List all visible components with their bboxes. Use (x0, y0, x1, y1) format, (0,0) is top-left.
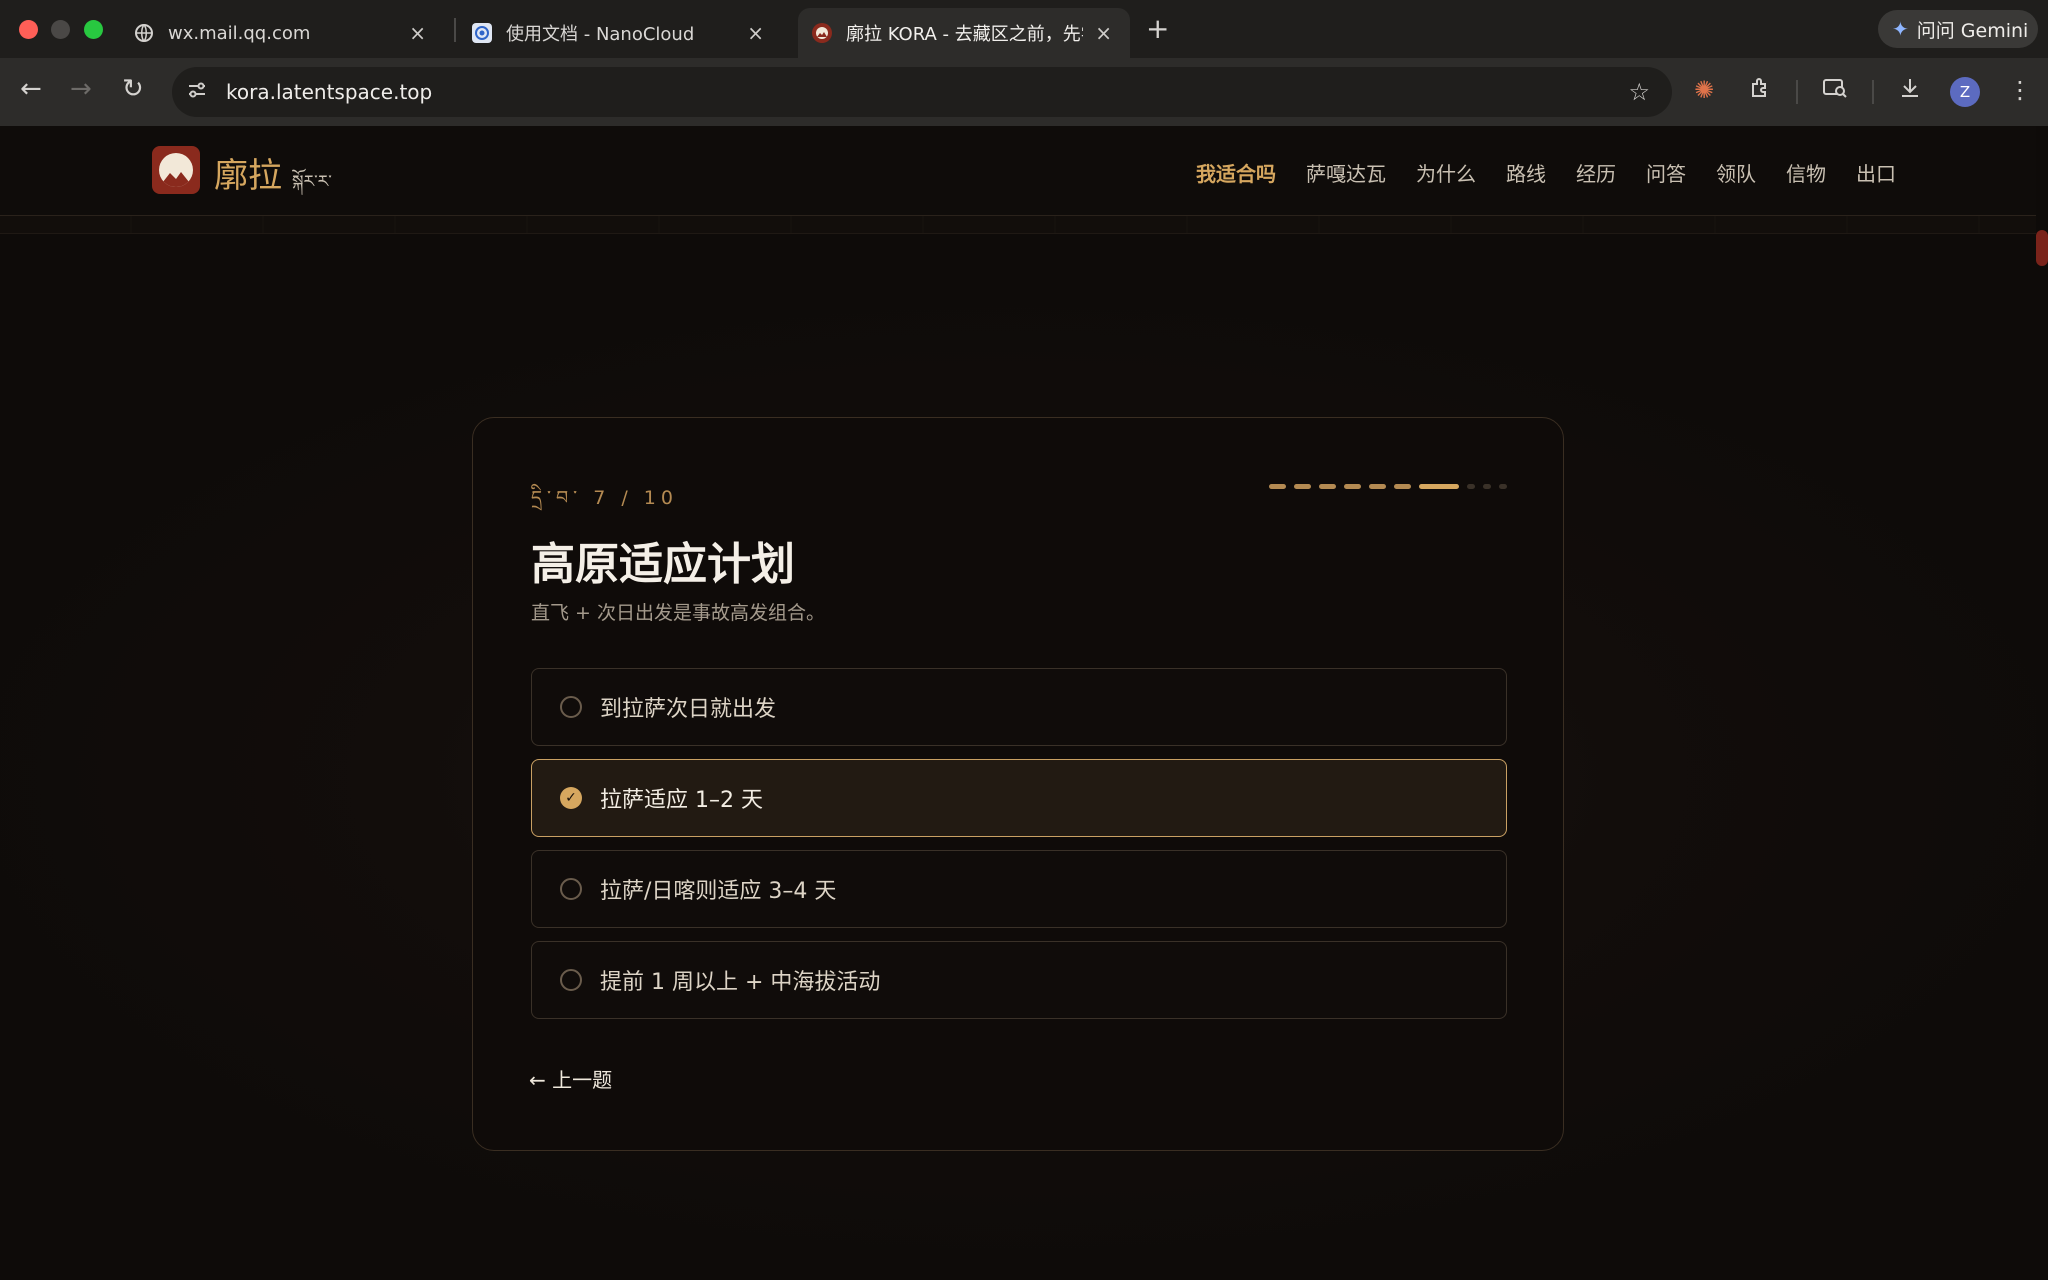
progress-dot (1394, 484, 1411, 489)
gemini-sparkle-icon: ✦ (1892, 17, 1909, 41)
progress-dot (1467, 484, 1475, 489)
new-tab-button[interactable]: + (1146, 12, 1169, 45)
progress-dot (1369, 484, 1386, 489)
browser-tab-kora[interactable]: 廓拉 KORA - 去藏区之前，先学 × (798, 8, 1130, 58)
bookmark-star-icon[interactable]: ☆ (1628, 78, 1650, 106)
nav-item-route[interactable]: 路线 (1506, 158, 1546, 187)
progress-dot (1483, 484, 1491, 489)
previous-question-button[interactable]: ← 上一题 (529, 1064, 612, 1093)
scrollbar-track[interactable] (2036, 126, 2048, 1280)
mountain-logo-icon (159, 153, 193, 187)
question-title: 高原适应计划 (531, 539, 795, 590)
answer-options: 到拉萨次日就出发 ✓ 拉萨适应 1–2 天 拉萨/日喀则适应 3–4 天 提前 … (531, 668, 1507, 1032)
answer-option-selected[interactable]: ✓ 拉萨适应 1–2 天 (531, 759, 1507, 837)
question-subtitle: 直飞 + 次日出发是事故高发组合。 (531, 602, 825, 624)
toolbar-divider (1796, 80, 1798, 104)
claude-extension-icon[interactable]: ✺ (1694, 76, 1714, 104)
tab-search-icon[interactable] (1822, 76, 1848, 106)
nav-item-fit[interactable]: 我适合吗 (1196, 158, 1276, 187)
radio-unchecked-icon (560, 696, 582, 718)
answer-option-label: 拉萨/日喀则适应 3–4 天 (600, 879, 837, 904)
toolbar-divider (1872, 80, 1874, 104)
site-header: 廓拉 སྐོར་ར་ 我适合吗 萨嘎达瓦 为什么 路线 经历 问答 领队 信物 … (0, 126, 2036, 216)
browser-toolbar: ← → ↻ kora.latentspace.top ☆ ✺ Z ⋮ (0, 58, 2048, 126)
kora-logo[interactable] (152, 146, 200, 194)
reload-icon[interactable]: ↻ (122, 74, 144, 104)
tab-divider (454, 18, 456, 42)
minimize-window-button[interactable] (51, 20, 70, 39)
question-step-label: དྲི་བ་ 7 / 10 (531, 487, 678, 509)
answer-option-label: 提前 1 周以上 + 中海拔活动 (600, 970, 881, 995)
radio-unchecked-icon (560, 878, 582, 900)
address-bar[interactable]: kora.latentspace.top ☆ (172, 67, 1672, 117)
gemini-label: 问问 Gemini (1916, 19, 2029, 42)
answer-option-label: 到拉萨次日就出发 (600, 697, 777, 722)
radio-checked-icon: ✓ (560, 787, 582, 809)
close-tab-icon[interactable]: × (747, 21, 764, 45)
close-tab-icon[interactable]: × (409, 21, 426, 45)
progress-dot (1344, 484, 1361, 489)
answer-option-label: 拉萨适应 1–2 天 (600, 788, 763, 813)
progress-dot (1294, 484, 1311, 489)
quiz-card: དྲི་བ་ 7 / 10 高原适应计划 直飞 + 次日出发是事故高发组合。 到… (472, 417, 1564, 1151)
close-window-button[interactable] (19, 20, 38, 39)
forward-arrow-icon[interactable]: → (70, 74, 92, 104)
progress-dot (1499, 484, 1507, 489)
nanocloud-icon (472, 23, 492, 43)
browser-tab-nanocloud[interactable]: 使用文档 - NanoCloud × (458, 8, 782, 58)
nav-item-leaders[interactable]: 领队 (1716, 158, 1756, 187)
progress-dot (1319, 484, 1336, 489)
brand-tibetan: སྐོར་ར་ (292, 172, 332, 192)
kora-icon (812, 23, 832, 43)
progress-dot (1269, 484, 1286, 489)
browser-tab-bar: wx.mail.qq.com × 使用文档 - NanoCloud × 廓拉 K… (0, 0, 2048, 58)
url-text: kora.latentspace.top (226, 80, 433, 104)
nav-item-token[interactable]: 信物 (1786, 158, 1826, 187)
extensions-puzzle-icon[interactable] (1748, 76, 1772, 106)
tab-title: 廓拉 KORA - 去藏区之前，先学 (846, 24, 1084, 45)
nav-item-why[interactable]: 为什么 (1416, 158, 1476, 187)
answer-option[interactable]: 提前 1 周以上 + 中海拔活动 (531, 941, 1507, 1019)
nav-item-exit[interactable]: 出口 (1856, 158, 1896, 187)
answer-option[interactable]: 到拉萨次日就出发 (531, 668, 1507, 746)
header-decorative-stripe (0, 216, 2036, 234)
nav-item-faq[interactable]: 问答 (1646, 158, 1686, 187)
radio-unchecked-icon (560, 969, 582, 991)
nav-item-sagadawa[interactable]: 萨嘎达瓦 (1306, 158, 1386, 187)
download-icon[interactable] (1898, 76, 1922, 106)
site-settings-icon[interactable] (186, 79, 212, 106)
scrollbar-thumb[interactable] (2036, 230, 2048, 266)
progress-indicator (1269, 484, 1507, 489)
globe-icon (134, 23, 154, 43)
nav-item-experience[interactable]: 经历 (1576, 158, 1616, 187)
tab-title: wx.mail.qq.com (168, 22, 311, 44)
tab-title: 使用文档 - NanoCloud (506, 24, 695, 45)
back-arrow-icon[interactable]: ← (20, 74, 42, 104)
close-tab-icon[interactable]: × (1095, 21, 1112, 45)
more-menu-icon[interactable]: ⋮ (2008, 76, 2032, 104)
answer-option[interactable]: 拉萨/日喀则适应 3–4 天 (531, 850, 1507, 928)
gemini-button[interactable]: ✦ 问问 Gemini (1878, 10, 2038, 48)
browser-tab-qqmail[interactable]: wx.mail.qq.com × (120, 8, 444, 58)
brand-name[interactable]: 廓拉 (214, 148, 282, 197)
progress-dot (1419, 484, 1459, 489)
site-nav: 我适合吗 萨嘎达瓦 为什么 路线 经历 问答 领队 信物 出口 (1196, 158, 1896, 187)
profile-avatar[interactable]: Z (1950, 77, 1980, 107)
maximize-window-button[interactable] (84, 20, 103, 39)
